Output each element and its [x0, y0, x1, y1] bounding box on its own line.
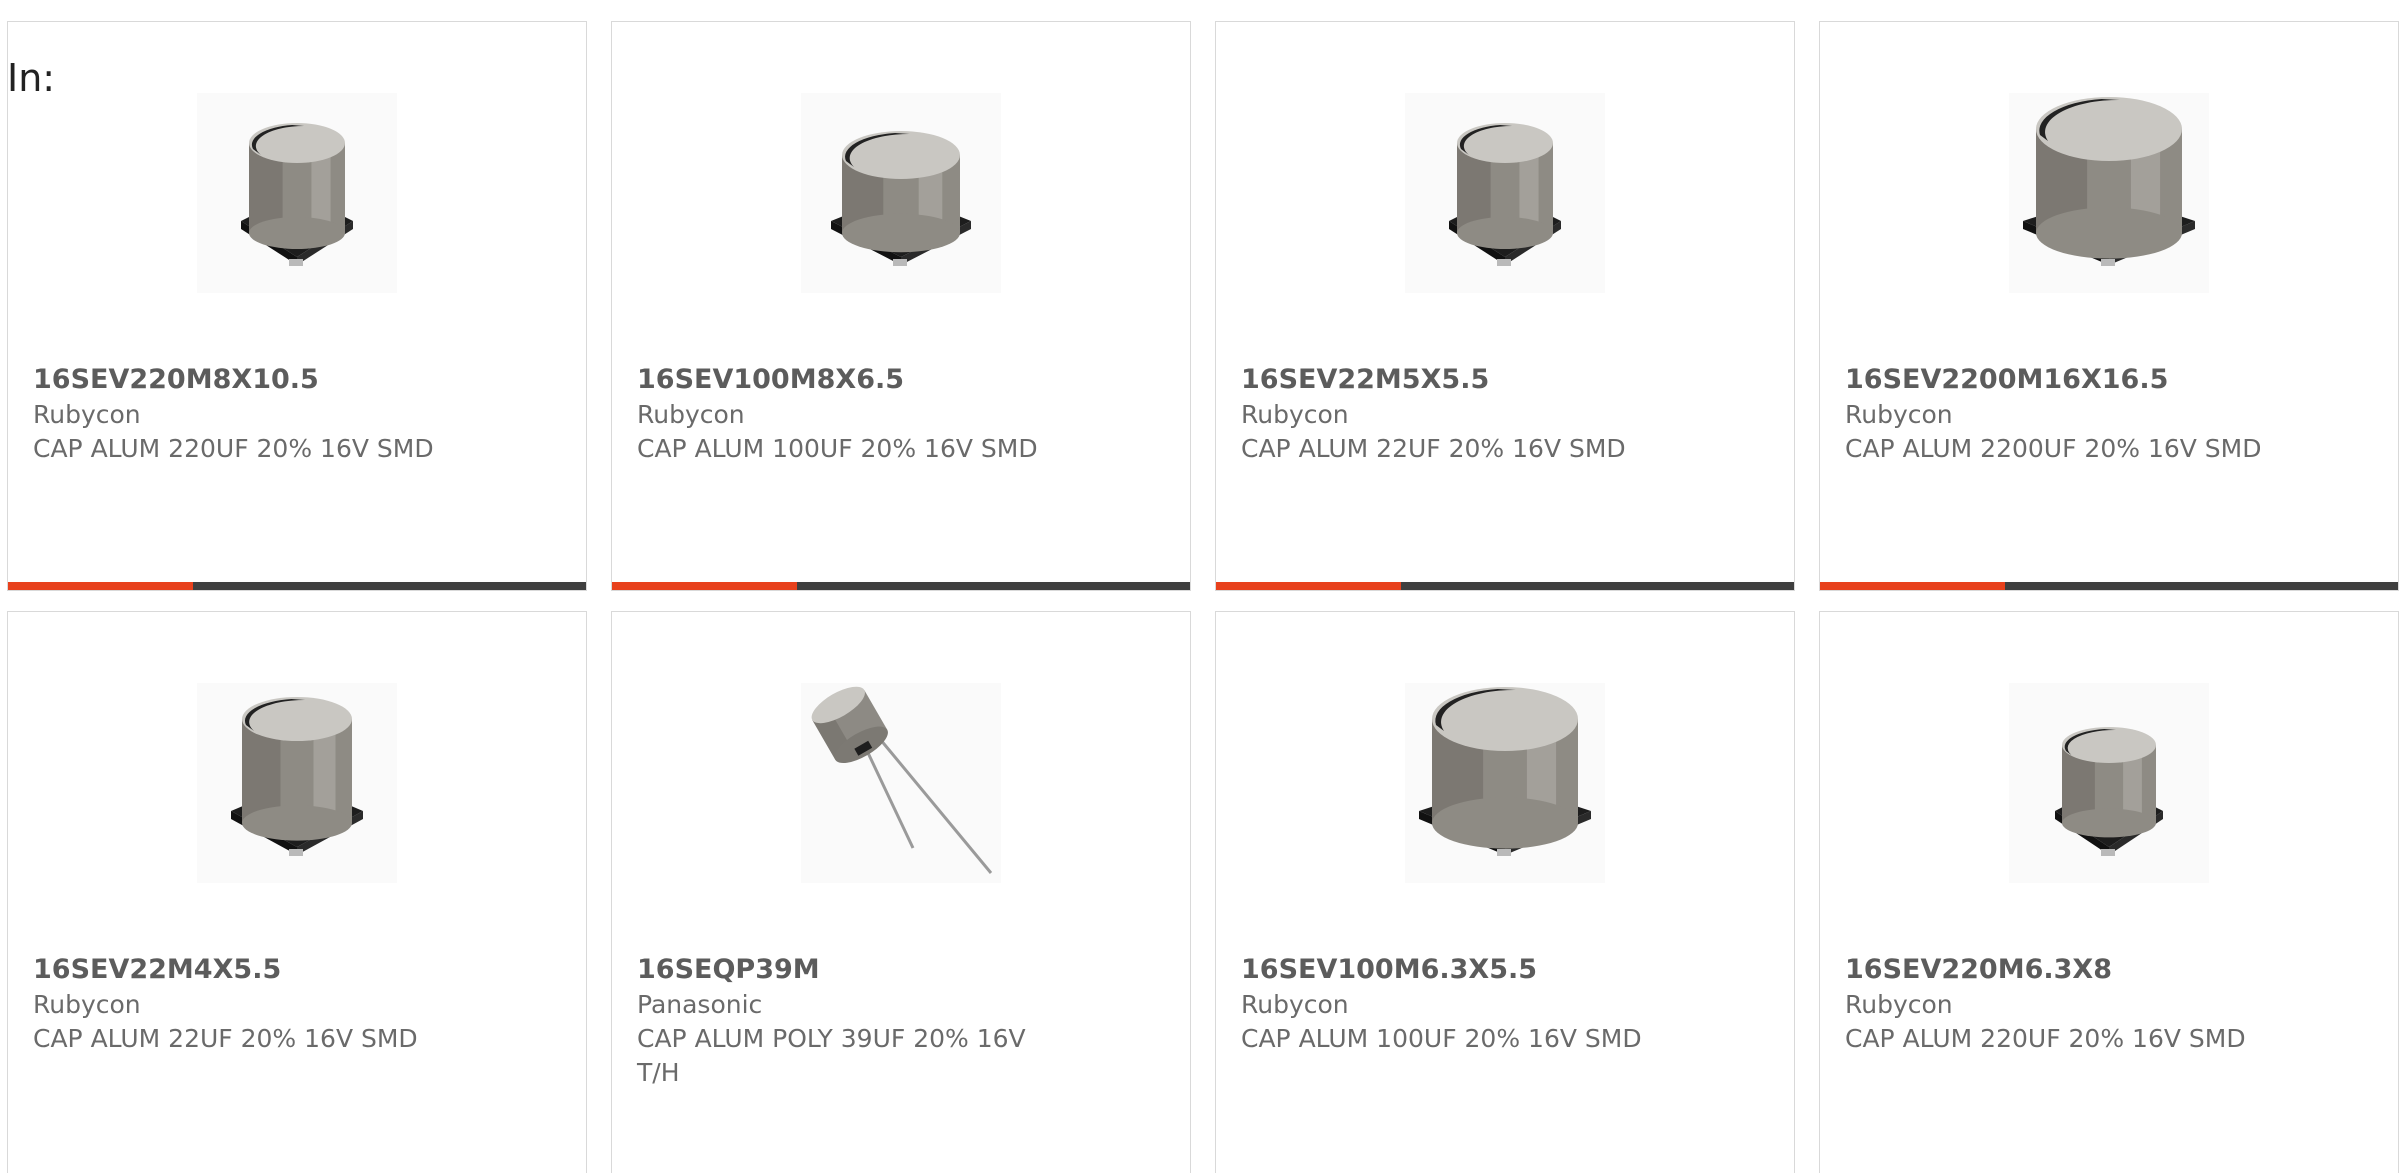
manufacturer-name: Rubycon — [33, 400, 141, 429]
product-card[interactable]: 16SEV2200M16X16.5 Rubycon CAP ALUM 2200UF … — [1819, 21, 2399, 591]
part-number[interactable]: 16SEV220M8X10.5 — [33, 362, 463, 398]
product-description: CAP ALUM 100UF 20% 16V SMD — [637, 434, 1038, 463]
product-description: CAP ALUM 22UF 20% 16V SMD — [1241, 434, 1626, 463]
smd-capacitor-image[interactable] — [801, 93, 1001, 293]
product-info: 16SEQP39M Panasonic CAP ALUM POLY 39UF 20%… — [637, 952, 1067, 1090]
product-info: 16SEV22M5X5.5 Rubycon CAP ALUM 22UF 20% 16… — [1241, 362, 1671, 466]
product-card[interactable]: 16SEV100M6.3X5.5 Rubycon CAP ALUM 100UF 20… — [1215, 611, 1795, 1173]
product-description: CAP ALUM 100UF 20% 16V SMD — [1241, 1024, 1642, 1053]
part-number[interactable]: 16SEV220M6.3X8 — [1845, 952, 2275, 988]
product-card[interactable]: 16SEV220M8X10.5 Rubycon CAP ALUM 220UF 20%… — [7, 21, 587, 591]
product-grid: 16SEV220M8X10.5 Rubycon CAP ALUM 220UF 20%… — [7, 21, 2400, 1173]
manufacturer-name: Rubycon — [33, 990, 141, 1019]
manufacturer-name: Rubycon — [637, 400, 745, 429]
part-number[interactable]: 16SEV2200M16X16.5 — [1845, 362, 2275, 398]
card-progress-bar — [1216, 582, 1794, 590]
product-description: CAP ALUM 220UF 20% 16V SMD — [1845, 1024, 2246, 1053]
smd-capacitor-image[interactable] — [2009, 93, 2209, 293]
product-card[interactable]: 16SEQP39M Panasonic CAP ALUM POLY 39UF 20%… — [611, 611, 1191, 1173]
manufacturer-name: Panasonic — [637, 990, 763, 1019]
product-description: CAP ALUM POLY 39UF 20% 16V T/H — [637, 1024, 1026, 1087]
product-card[interactable]: 16SEV100M8X6.5 Rubycon CAP ALUM 100UF 20% … — [611, 21, 1191, 591]
product-info: 16SEV2200M16X16.5 Rubycon CAP ALUM 2200UF … — [1845, 362, 2275, 466]
in-label: In: — [7, 56, 56, 100]
product-description: CAP ALUM 22UF 20% 16V SMD — [33, 1024, 418, 1053]
product-info: 16SEV100M8X6.5 Rubycon CAP ALUM 100UF 20% … — [637, 362, 1067, 466]
smd-capacitor-image[interactable] — [197, 93, 397, 293]
manufacturer-name: Rubycon — [1241, 400, 1349, 429]
product-info: 16SEV100M6.3X5.5 Rubycon CAP ALUM 100UF 20… — [1241, 952, 1671, 1056]
card-progress-fill — [8, 582, 193, 590]
product-description: CAP ALUM 220UF 20% 16V SMD — [33, 434, 434, 463]
product-info: 16SEV220M8X10.5 Rubycon CAP ALUM 220UF 20%… — [33, 362, 463, 466]
smd-capacitor-image[interactable] — [1405, 93, 1605, 293]
radial-capacitor-image[interactable] — [801, 683, 1001, 883]
card-progress-fill — [612, 582, 797, 590]
smd-capacitor-image[interactable] — [1405, 683, 1605, 883]
part-number[interactable]: 16SEV22M4X5.5 — [33, 952, 463, 988]
part-number[interactable]: 16SEV22M5X5.5 — [1241, 362, 1671, 398]
smd-capacitor-image[interactable] — [197, 683, 397, 883]
product-info: 16SEV220M6.3X8 Rubycon CAP ALUM 220UF 20% … — [1845, 952, 2275, 1056]
product-grid-page: In: 16SEV220M8X10.5 Rubycon CAP ALUM 220UF… — [0, 0, 2400, 1173]
product-card[interactable]: 16SEV22M4X5.5 Rubycon CAP ALUM 22UF 20% 16… — [7, 611, 587, 1173]
part-number[interactable]: 16SEV100M6.3X5.5 — [1241, 952, 1671, 988]
product-card[interactable]: 16SEV220M6.3X8 Rubycon CAP ALUM 220UF 20% … — [1819, 611, 2399, 1173]
manufacturer-name: Rubycon — [1845, 990, 1953, 1019]
product-card[interactable]: 16SEV22M5X5.5 Rubycon CAP ALUM 22UF 20% 16… — [1215, 21, 1795, 591]
card-progress-bar — [612, 582, 1190, 590]
manufacturer-name: Rubycon — [1845, 400, 1953, 429]
part-number[interactable]: 16SEV100M8X6.5 — [637, 362, 1067, 398]
card-progress-fill — [1820, 582, 2005, 590]
manufacturer-name: Rubycon — [1241, 990, 1349, 1019]
card-progress-bar — [1820, 582, 2398, 590]
product-info: 16SEV22M4X5.5 Rubycon CAP ALUM 22UF 20% 16… — [33, 952, 463, 1056]
product-description: CAP ALUM 2200UF 20% 16V SMD — [1845, 434, 2262, 463]
smd-capacitor-image[interactable] — [2009, 683, 2209, 883]
part-number[interactable]: 16SEQP39M — [637, 952, 1067, 988]
card-progress-bar — [8, 582, 586, 590]
card-progress-fill — [1216, 582, 1401, 590]
